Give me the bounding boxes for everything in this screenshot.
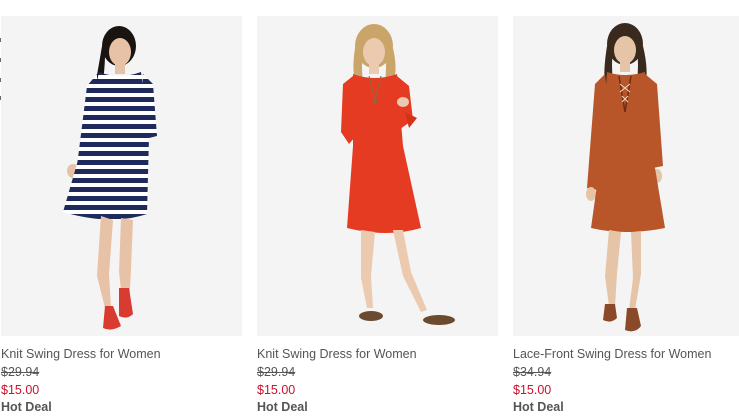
product-image[interactable] — [257, 16, 498, 336]
product-grid: Knit Swing Dress for Women $29.94 $15.00… — [0, 16, 739, 419]
original-price: $29.94 — [1, 365, 40, 379]
hot-deal-badge: Hot Deal — [257, 400, 308, 414]
sale-price: $15.00 — [1, 383, 40, 397]
hot-deal-badge: Hot Deal — [513, 400, 564, 414]
model-red-dress-image — [341, 24, 455, 325]
product-card[interactable]: Lace-Front Swing Dress for Women $34.94 … — [513, 16, 739, 419]
product-name-link[interactable]: Lace-Front Swing Dress for Women — [513, 347, 711, 361]
sale-price: $15.00 — [257, 383, 296, 397]
product-card[interactable]: Knit Swing Dress for Women $29.94 $15.00… — [257, 16, 498, 419]
model-striped-dress-image — [63, 26, 157, 330]
original-price: $34.94 — [513, 365, 552, 379]
product-card[interactable]: Knit Swing Dress for Women $29.94 $15.00… — [1, 16, 242, 419]
sale-price: $15.00 — [513, 383, 552, 397]
original-price: $29.94 — [257, 365, 296, 379]
product-name-link[interactable]: Knit Swing Dress for Women — [1, 347, 161, 361]
hot-deal-badge: Hot Deal — [1, 400, 52, 414]
product-image[interactable] — [513, 16, 739, 336]
product-image[interactable] — [1, 16, 242, 336]
product-name-link[interactable]: Knit Swing Dress for Women — [257, 347, 417, 361]
model-rust-lace-dress-image — [586, 23, 665, 332]
